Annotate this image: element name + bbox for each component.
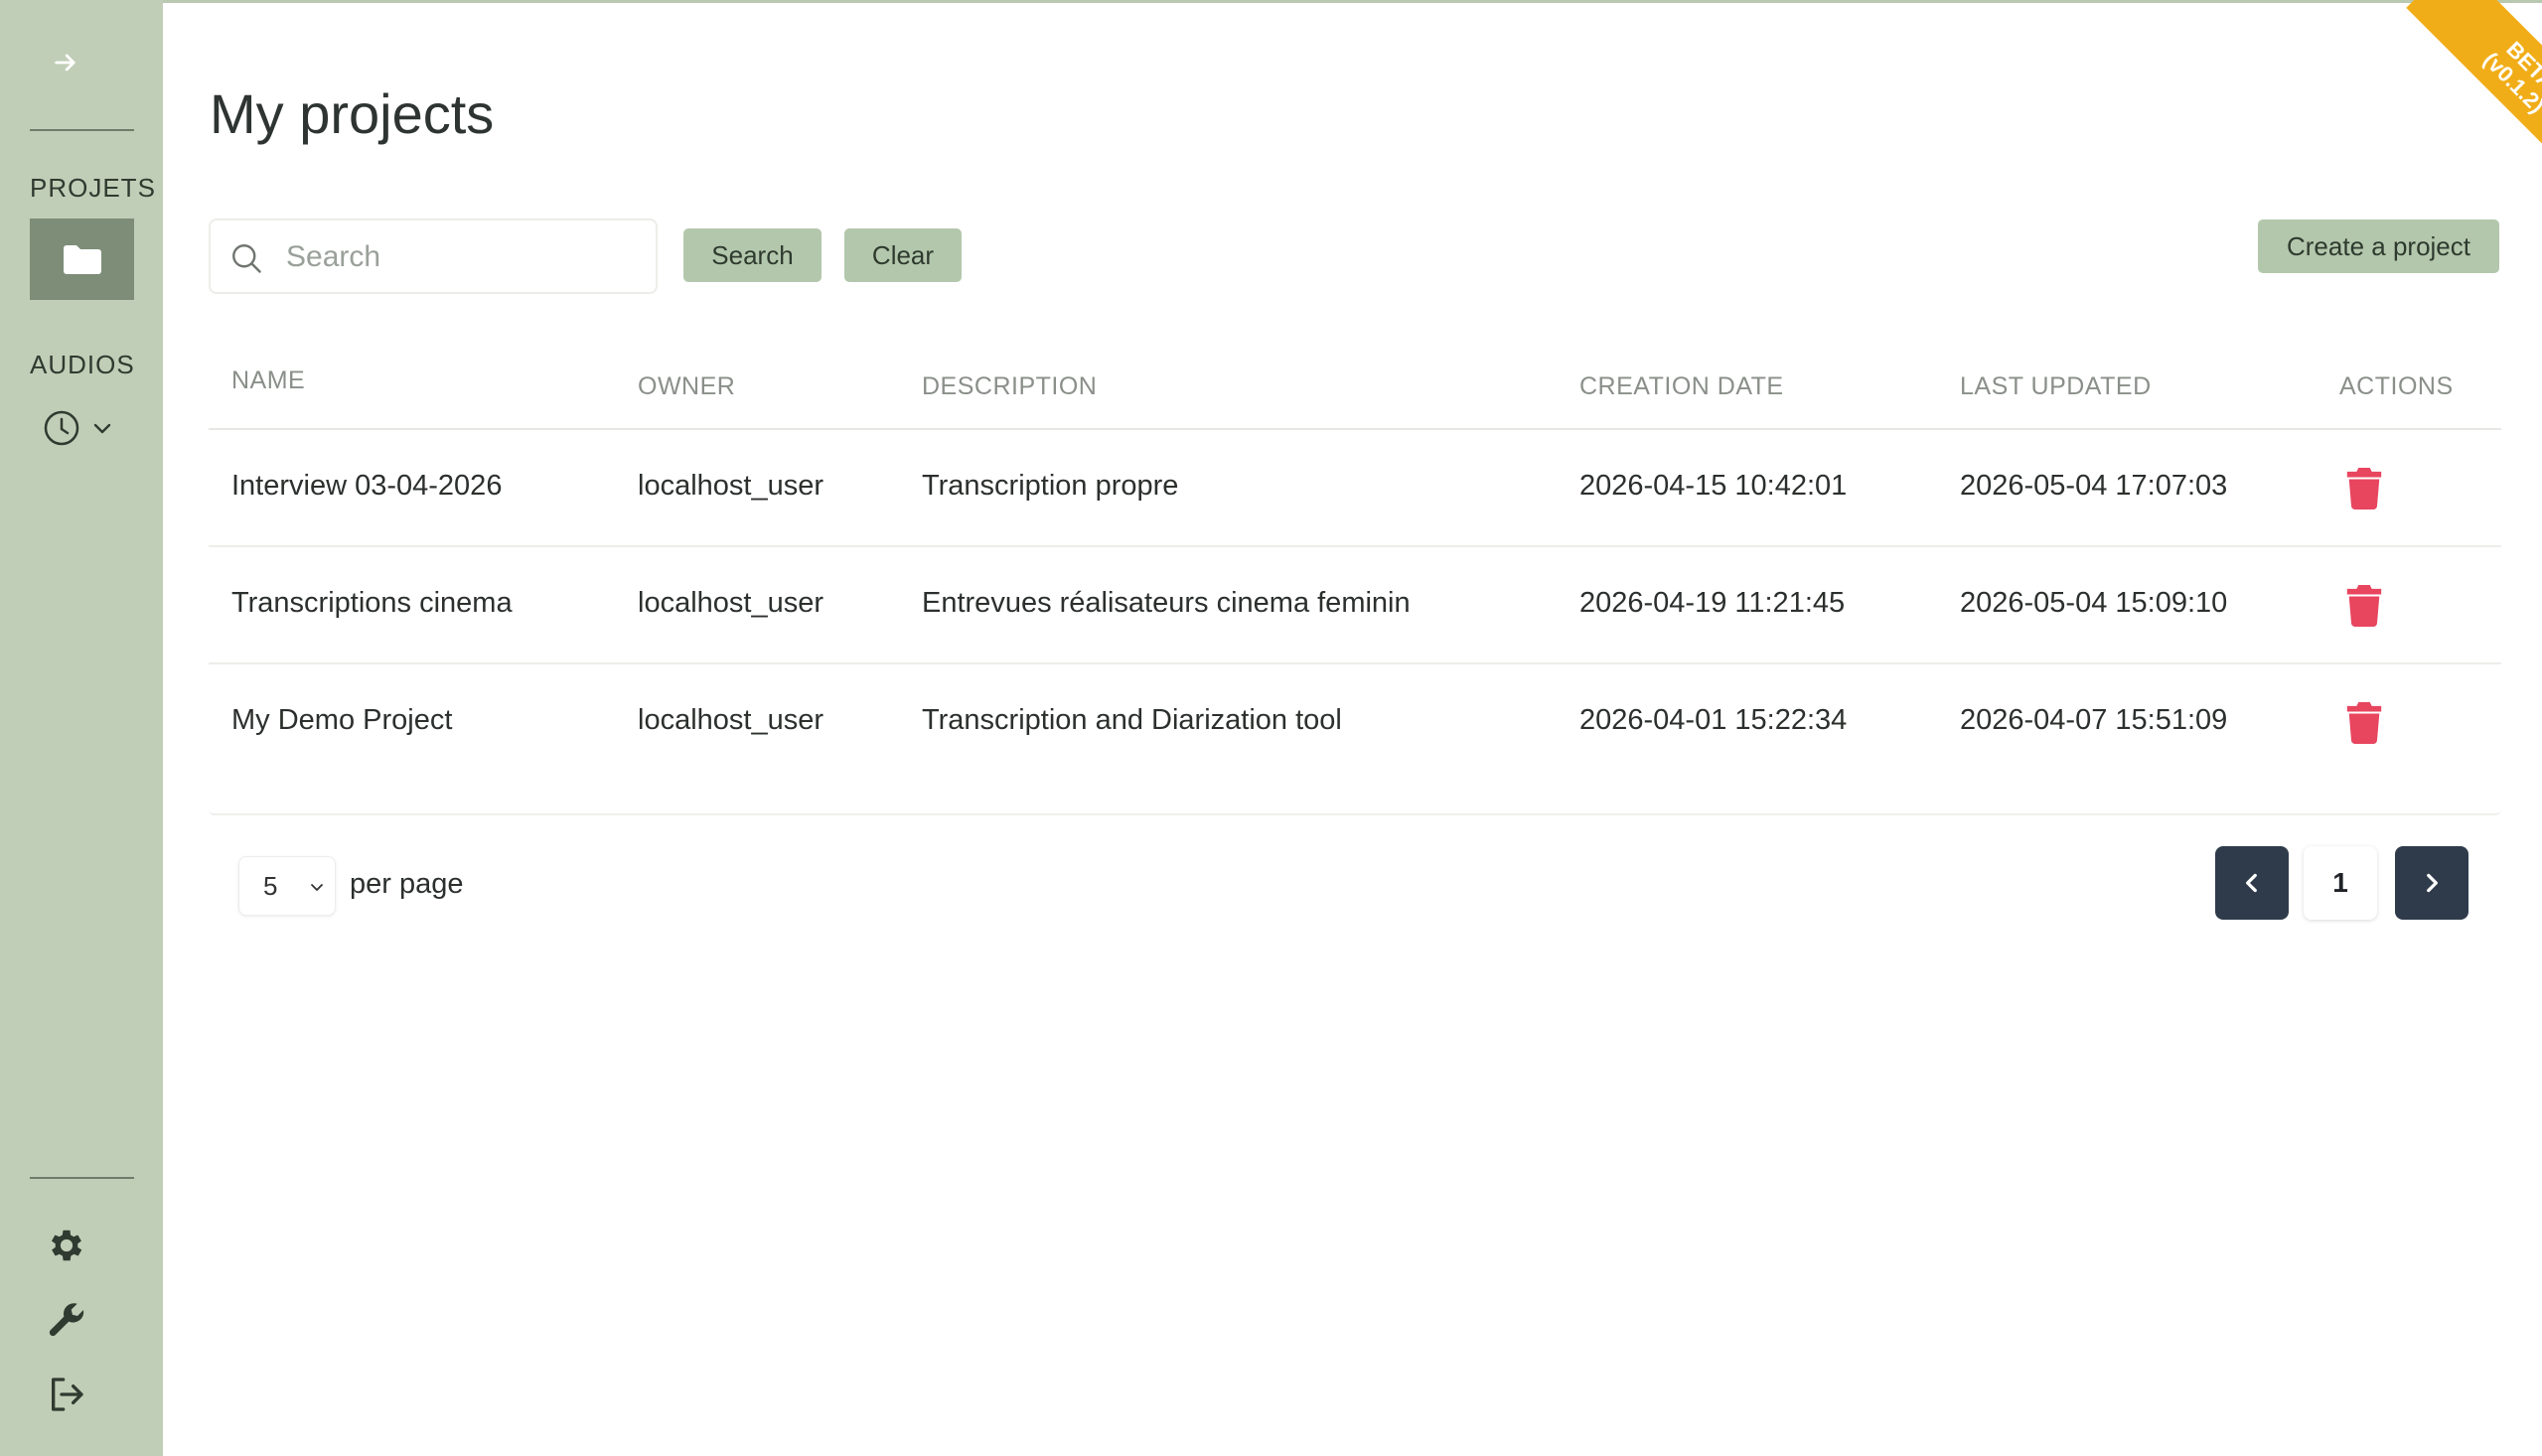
logout-icon <box>52 1378 83 1411</box>
sidebar-item-projects[interactable] <box>30 218 134 300</box>
sidebar: PROJETS AUDIOS <box>0 0 163 1456</box>
logout-button[interactable] <box>44 1372 89 1417</box>
gear-icon <box>51 1230 82 1261</box>
column-header-name[interactable]: NAME <box>231 366 305 395</box>
expand-sidebar-button[interactable] <box>48 45 83 80</box>
column-header-creation-date[interactable]: CREATION DATE <box>1579 372 1784 401</box>
per-page-select[interactable]: 5 <box>238 856 336 916</box>
project-creation-date: 2026-04-19 11:21:45 <box>1579 587 1846 619</box>
column-header-owner[interactable]: OWNER <box>638 372 735 401</box>
column-header-last-updated[interactable]: LAST UPDATED <box>1960 372 2152 401</box>
chevron-down-icon <box>93 423 111 434</box>
sidebar-audios-history-dropdown[interactable] <box>42 407 125 449</box>
beta-ribbon: BETA (v0.1.2) <box>2373 0 2542 169</box>
table-row[interactable]: Transcriptions cinema localhost_user Ent… <box>209 547 2501 664</box>
sidebar-projects-label: PROJETS <box>30 173 156 203</box>
clock-icon <box>44 410 79 446</box>
project-name[interactable]: Interview 03-04-2026 <box>231 470 502 503</box>
project-last-updated: 2026-05-04 17:07:03 <box>1960 470 2228 502</box>
projects-table: NAME OWNER DESCRIPTION CREATION DATE LAS… <box>209 343 2501 815</box>
tools-button[interactable] <box>44 1297 89 1343</box>
table-row[interactable]: Interview 03-04-2026 localhost_user Tran… <box>209 430 2501 547</box>
sidebar-audios-label: AUDIOS <box>30 350 135 379</box>
main-content: My projects Search Clear Create a projec… <box>163 0 2542 1456</box>
project-creation-date: 2026-04-01 15:22:34 <box>1579 704 1848 736</box>
project-description: Transcription and Diarization tool <box>922 704 1342 736</box>
sidebar-divider-top <box>30 129 134 131</box>
page-number-button[interactable]: 1 <box>2304 846 2377 920</box>
project-description: Entrevues réalisateurs cinema feminin <box>922 587 1411 619</box>
per-page-label: per page <box>350 868 464 900</box>
folder-icon <box>63 245 101 274</box>
project-owner: localhost_user <box>638 704 823 736</box>
project-name[interactable]: Transcriptions cinema <box>231 587 513 620</box>
wrench-icon <box>49 1303 84 1337</box>
project-description: Transcription propre <box>922 470 1179 502</box>
beta-ribbon-band: BETA (v0.1.2) <box>2406 0 2542 169</box>
trash-icon[interactable] <box>2346 585 2382 627</box>
chevron-down-icon <box>311 884 323 891</box>
trash-icon[interactable] <box>2346 702 2382 744</box>
project-creation-date: 2026-04-15 10:42:01 <box>1579 470 1848 502</box>
previous-page-button[interactable] <box>2215 846 2289 920</box>
project-last-updated: 2026-04-07 15:51:09 <box>1960 704 2228 736</box>
project-owner: localhost_user <box>638 470 823 502</box>
project-last-updated: 2026-05-04 15:09:10 <box>1960 587 2228 619</box>
search-icon <box>232 244 261 273</box>
column-header-description[interactable]: DESCRIPTION <box>922 372 1097 401</box>
settings-button[interactable] <box>44 1223 89 1268</box>
arrow-right-icon <box>55 54 75 72</box>
page-title: My projects <box>210 82 495 145</box>
chevron-right-icon <box>2427 873 2438 893</box>
search-box <box>209 218 658 294</box>
create-project-button[interactable]: Create a project <box>2258 219 2499 273</box>
project-name[interactable]: My Demo Project <box>231 704 452 737</box>
table-row[interactable]: My Demo Project localhost_user Transcrip… <box>209 664 2501 782</box>
project-owner: localhost_user <box>638 587 823 619</box>
chevron-left-icon <box>2246 873 2257 893</box>
search-button[interactable]: Search <box>683 228 822 282</box>
column-header-actions: ACTIONS <box>2339 372 2454 400</box>
clear-button[interactable]: Clear <box>844 228 962 282</box>
search-input[interactable] <box>286 234 644 280</box>
next-page-button[interactable] <box>2395 846 2468 920</box>
app-root: PROJETS AUDIOS My projects Search Search… <box>0 0 2542 1456</box>
sidebar-divider-bottom <box>30 1177 134 1179</box>
trash-icon[interactable] <box>2346 468 2382 510</box>
per-page-value: 5 <box>263 871 278 901</box>
